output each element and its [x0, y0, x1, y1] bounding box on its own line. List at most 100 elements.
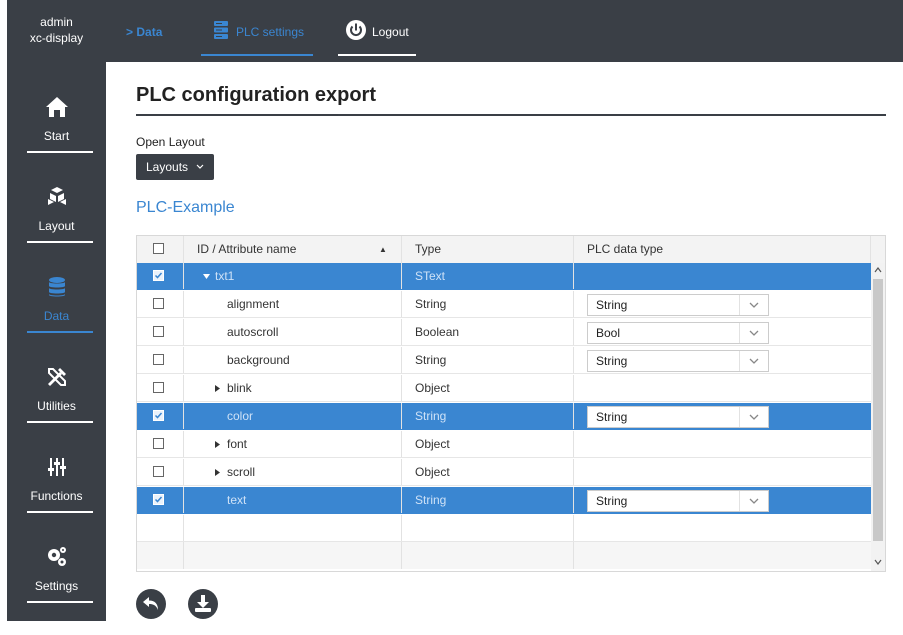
row-checkbox[interactable]: [153, 410, 164, 421]
page-title: PLC configuration export: [136, 84, 376, 106]
cell-attribute-name: scroll: [227, 465, 256, 479]
tab-underline: [201, 54, 313, 56]
tools-icon: [48, 368, 66, 386]
column-divider: [183, 375, 184, 401]
attributes-table: ID / Attribute name ▲ Type PLC data type…: [136, 235, 886, 572]
table-row[interactable]: autoscroll Boolean Bool: [137, 319, 871, 346]
column-divider: [401, 263, 402, 289]
table-row[interactable]: font Object: [137, 431, 871, 458]
table-row[interactable]: scroll Object: [137, 459, 871, 486]
layouts-label: Layouts: [146, 160, 189, 174]
plc-type-value: String: [596, 298, 628, 312]
row-checkbox[interactable]: [153, 354, 164, 365]
column-divider: [573, 291, 574, 317]
plc-type-select[interactable]: Bool: [587, 322, 769, 344]
table-scrollbar[interactable]: [871, 263, 885, 571]
table-row[interactable]: background String String: [137, 347, 871, 374]
collapsed-caret-icon[interactable]: [215, 441, 220, 448]
gears-icon: [48, 547, 66, 566]
sidebar-item-layout[interactable]: Layout: [7, 185, 106, 275]
download-button[interactable]: [188, 589, 218, 619]
collapsed-caret-icon[interactable]: [215, 385, 220, 392]
expand-caret-icon[interactable]: [203, 274, 210, 279]
check-icon: [154, 496, 163, 503]
header-id[interactable]: ID / Attribute name ▲: [197, 236, 397, 263]
table-row[interactable]: txt1 SText: [137, 263, 871, 290]
cell-attribute-name: txt1: [215, 269, 235, 283]
scroll-up-icon: [874, 267, 882, 273]
sidebar-underline: [27, 331, 93, 333]
column-divider: [401, 319, 402, 345]
chevron-down-icon: [196, 164, 204, 169]
check-icon: [154, 412, 163, 419]
row-checkbox[interactable]: [153, 382, 164, 393]
undo-arrow-icon: [143, 597, 158, 610]
title-divider: [136, 114, 886, 116]
column-divider: [183, 291, 184, 317]
plc-type-select[interactable]: String: [587, 350, 769, 372]
cell-type: Object: [415, 381, 450, 395]
plc-type-select[interactable]: String: [587, 294, 769, 316]
database-icon: [49, 277, 65, 297]
column-divider: [401, 236, 402, 263]
column-divider: [183, 347, 184, 373]
row-checkbox[interactable]: [153, 466, 164, 477]
cell-type: String: [415, 493, 447, 507]
select-all-checkbox[interactable]: [153, 243, 164, 254]
back-button[interactable]: [136, 589, 166, 619]
cell-type: String: [415, 353, 447, 367]
column-divider: [401, 291, 402, 317]
row-checkbox[interactable]: [153, 438, 164, 449]
column-divider: [401, 375, 402, 401]
row-checkbox[interactable]: [153, 326, 164, 337]
plc-type-select[interactable]: String: [587, 490, 769, 512]
column-divider: [573, 487, 574, 513]
row-checkbox[interactable]: [153, 270, 164, 281]
user-info: admin xc-display: [7, 14, 106, 46]
column-divider: [183, 487, 184, 513]
sort-asc-icon: ▲: [379, 245, 387, 254]
breadcrumb-data[interactable]: > Data: [126, 25, 162, 87]
cell-type: SText: [415, 269, 446, 283]
cell-attribute-name: font: [227, 437, 248, 451]
open-layout-label: Open Layout: [136, 135, 205, 149]
row-checkbox[interactable]: [153, 298, 164, 309]
sidebar-item-settings[interactable]: Settings: [7, 545, 106, 635]
header-type[interactable]: Type: [415, 236, 565, 263]
cell-attribute-name: background: [227, 353, 290, 367]
chevron-down-icon: [749, 302, 759, 308]
column-divider: [183, 403, 184, 429]
device-name: xc-display: [29, 31, 84, 45]
cell-attribute-name: blink: [227, 381, 252, 395]
sidebar-item-utilities[interactable]: Utilities: [7, 365, 106, 455]
cubes-icon: [48, 187, 66, 205]
table-row-empty: [137, 542, 871, 569]
layouts-dropdown-button[interactable]: Layouts: [136, 154, 214, 180]
column-divider: [573, 403, 574, 429]
header-plc-type[interactable]: PLC data type: [587, 236, 787, 263]
sidebar-underline: [27, 151, 93, 153]
logout-button[interactable]: Logout: [338, 0, 416, 62]
row-checkbox[interactable]: [153, 494, 164, 505]
chevron-down-icon: [749, 414, 759, 420]
table-row[interactable]: color String String: [137, 403, 871, 430]
cell-type: Object: [415, 437, 450, 451]
scrollbar-thumb[interactable]: [873, 279, 883, 541]
tab-plc-settings[interactable]: PLC settings: [201, 0, 313, 62]
check-icon: [154, 272, 163, 279]
sidebar-item-start[interactable]: Start: [7, 95, 106, 185]
header-checkbox-cell: [137, 236, 183, 263]
table-row[interactable]: text String String: [137, 487, 871, 514]
sidebar-item-functions[interactable]: Functions: [7, 455, 106, 545]
sidebar-item-data[interactable]: Data: [7, 275, 106, 365]
cell-attribute-name: alignment: [227, 297, 280, 311]
table-row-empty: [137, 515, 871, 542]
sliders-icon: [48, 458, 66, 476]
collapsed-caret-icon[interactable]: [215, 469, 220, 476]
column-divider: [573, 347, 574, 373]
table-row[interactable]: alignment String String: [137, 291, 871, 318]
plc-type-value: String: [596, 410, 628, 424]
column-divider: [183, 431, 184, 457]
table-row[interactable]: blink Object: [137, 375, 871, 402]
plc-type-select[interactable]: String: [587, 406, 769, 428]
